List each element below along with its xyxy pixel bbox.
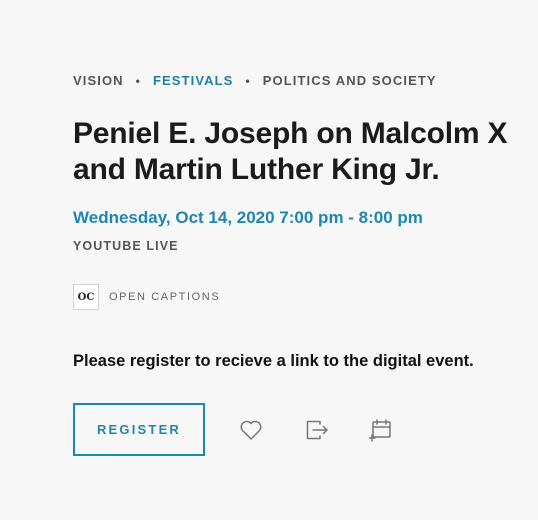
register-button[interactable]: REGISTER xyxy=(73,403,205,456)
category-link-festivals[interactable]: FESTIVALS xyxy=(153,73,233,88)
category-separator: • xyxy=(245,73,251,88)
heart-icon[interactable] xyxy=(239,418,263,442)
event-title: Peniel E. Joseph on Malcolm X and Martin… xyxy=(73,117,508,186)
registration-notice: Please register to recieve a link to the… xyxy=(73,352,474,370)
event-datetime: Wednesday, Oct 14, 2020 7:00 pm - 8:00 p… xyxy=(73,208,423,227)
event-actions: REGISTER xyxy=(73,403,393,456)
category-link-vision[interactable]: VISION xyxy=(73,73,124,88)
category-nav: VISION • FESTIVALS • POLITICS AND SOCIET… xyxy=(73,73,437,88)
event-venue: YOUTUBE LIVE xyxy=(73,239,179,253)
open-captions-label: OPEN CAPTIONS xyxy=(109,291,221,303)
category-link-politics-and-society[interactable]: POLITICS AND SOCIETY xyxy=(263,73,437,88)
calendar-add-icon[interactable] xyxy=(369,418,393,442)
share-icon[interactable] xyxy=(305,418,329,442)
open-captions-icon: OC xyxy=(73,284,99,310)
open-captions-badge: OC OPEN CAPTIONS xyxy=(73,284,220,310)
category-separator: • xyxy=(135,73,141,88)
